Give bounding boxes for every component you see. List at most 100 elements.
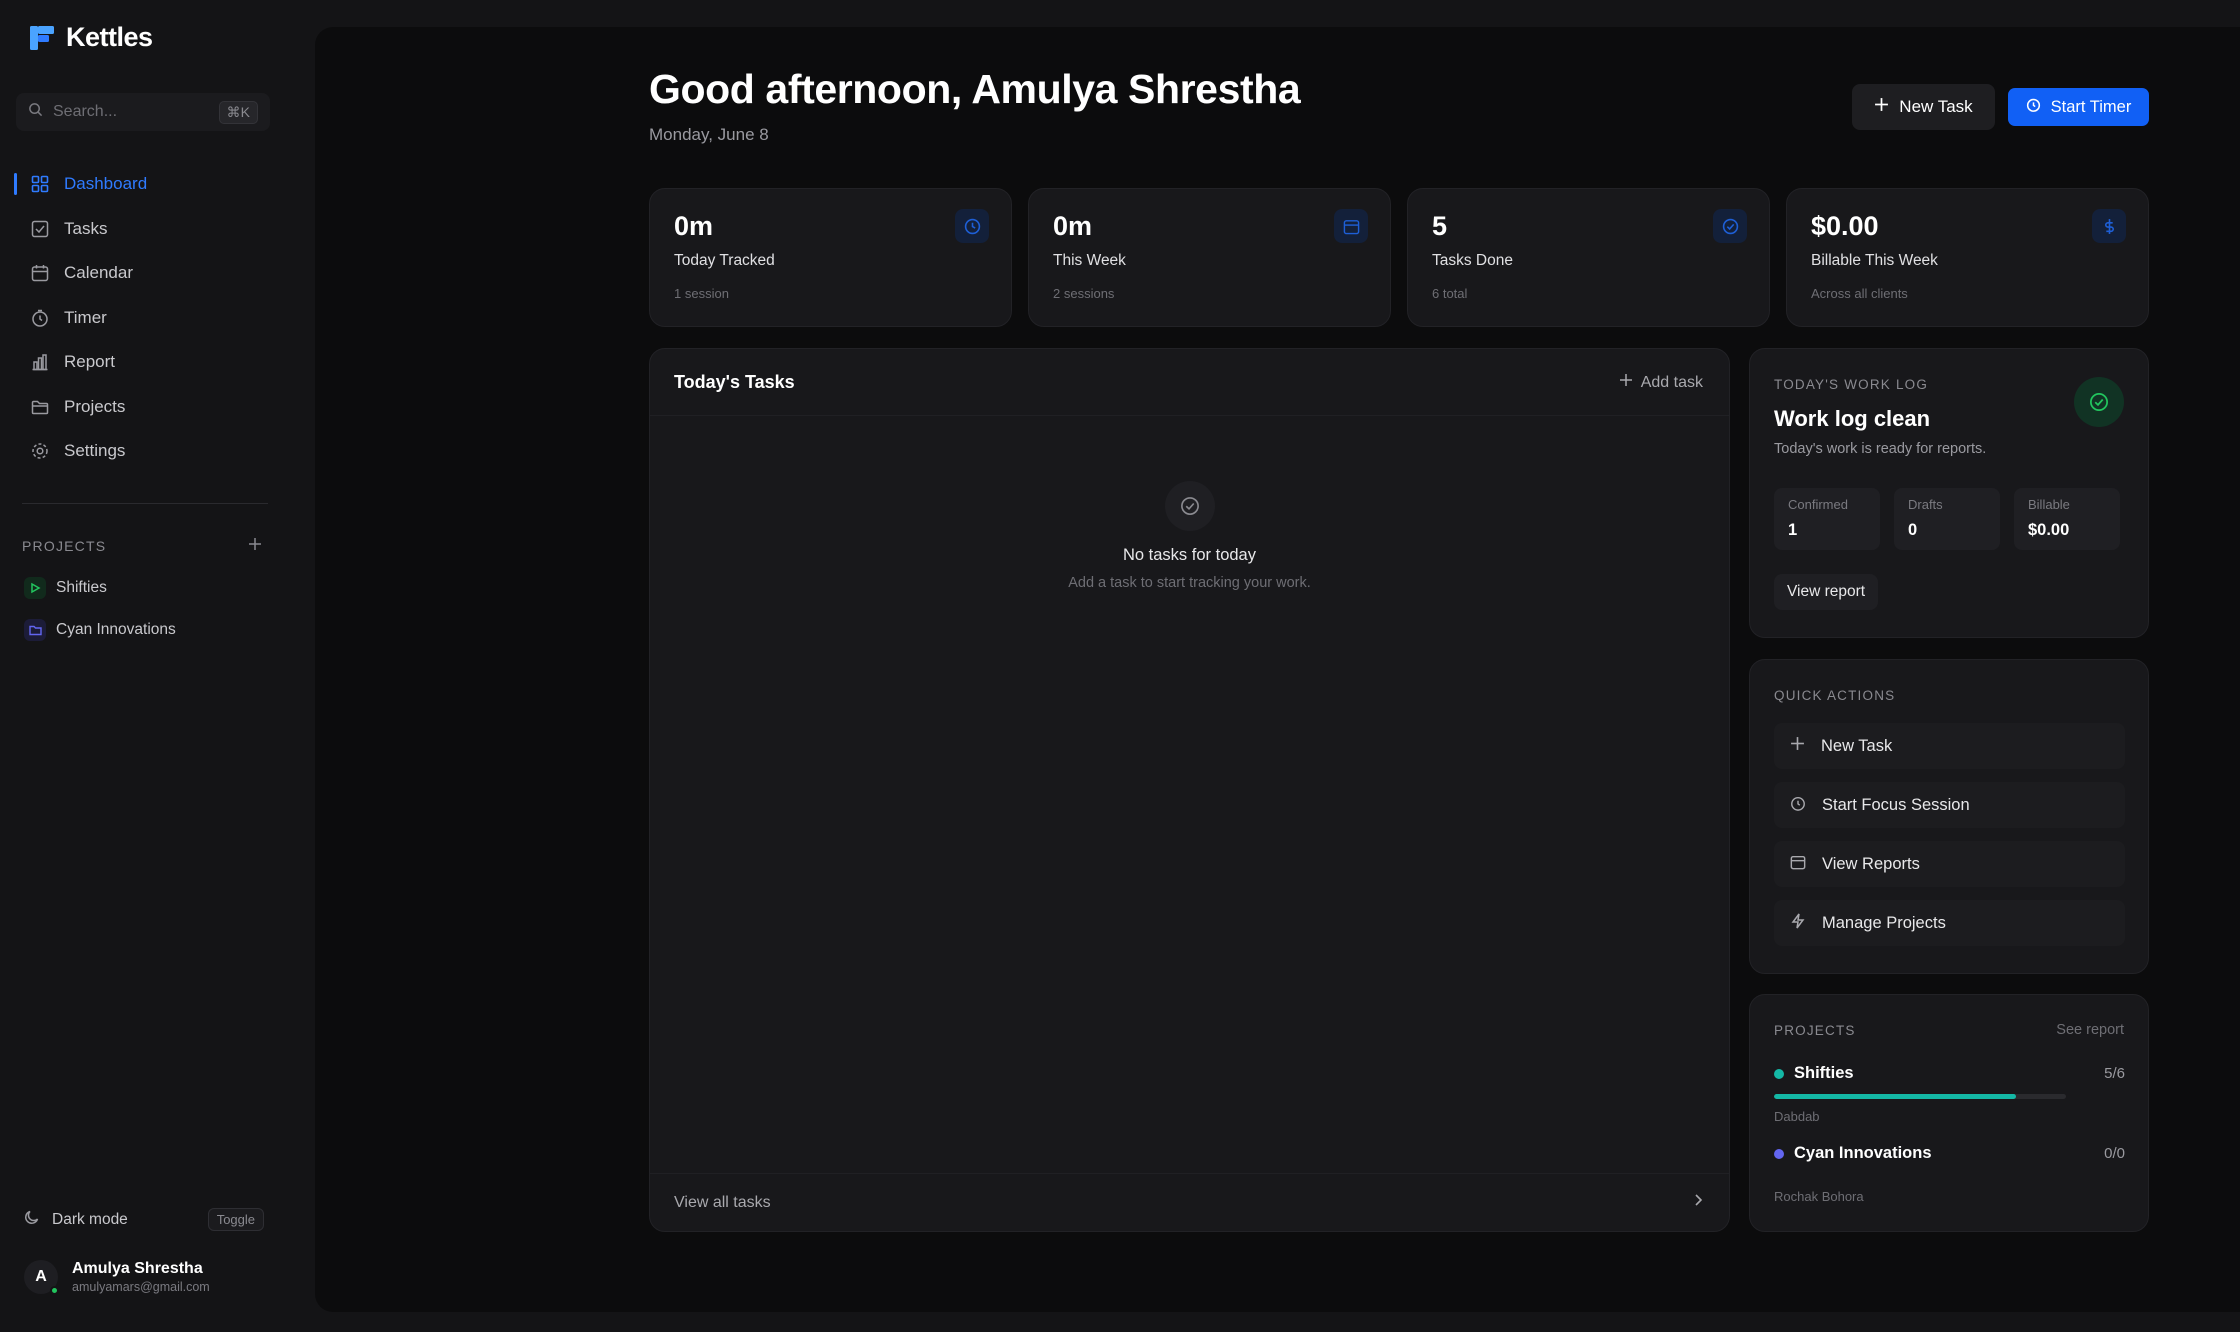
quick-action-manage-projects[interactable]: Manage Projects [1774,900,2125,946]
sidebar-divider [22,503,268,504]
nav-label: Dashboard [64,174,148,194]
stat-value: 0m [1053,211,1093,241]
calendar-icon [30,263,50,283]
dark-mode-label: Dark mode [52,1210,128,1228]
new-task-button[interactable]: New Task [1852,84,1995,130]
stat-value: $0.00 [1811,211,1879,241]
nav-label: Calendar [64,263,133,283]
search-shortcut: ⌘K [218,100,258,124]
quick-action-start-focus-session[interactable]: Start Focus Session [1774,782,2125,828]
start-timer-button[interactable]: Start Timer [2008,88,2149,126]
check-circle-icon [1713,209,1747,243]
sidebar-project-shifties[interactable]: Shifties [24,577,107,599]
nav-item-projects[interactable]: Projects [0,385,280,430]
quick-action-label: View Reports [1822,854,1920,873]
new-task-label: New Task [1899,97,1973,116]
projects-panel: PROJECTS See report Shifties 5/6 Dabdab … [1749,994,2149,1232]
stat-label: Confirmed [1788,497,1848,512]
project-color-dot [1774,1068,1784,1079]
project-row-cyan-innovations[interactable]: Cyan Innovations 0/0 [1774,1144,2125,1163]
nav-label: Settings [64,441,126,461]
nav-item-dashboard[interactable]: Dashboard [0,162,280,207]
calendar-icon [1334,209,1368,243]
stat-card-today-tracked: 0m Today Tracked 1 session [649,188,1012,327]
app-logo[interactable]: Kettles [28,22,153,53]
work-log-eyebrow: TODAY'S WORK LOG [1774,377,1929,392]
nav-item-calendar[interactable]: Calendar [0,251,280,296]
stat-value: 5 [1432,211,1448,241]
tasks-title: Today's Tasks [674,372,795,392]
stat-sub: 1 session [674,286,729,301]
quick-action-label: New Task [1821,736,1893,755]
nav-item-settings[interactable]: Settings [0,429,280,474]
dark-mode-toggle[interactable]: Toggle [207,1208,264,1231]
plus-icon [1619,373,1633,392]
stat-card-billable: $0.00 Billable This Week Across all clie… [1786,188,2149,327]
search-input[interactable]: Search... ⌘K [16,93,270,131]
stat-sub: 6 total [1432,286,1468,301]
stat-label: Billable [2028,497,2070,512]
avatar-initial: A [35,1268,47,1285]
nav-item-timer[interactable]: Timer [0,296,280,341]
quick-action-view-reports[interactable]: View Reports [1774,841,2125,887]
stat-label: This Week [1053,252,1126,269]
stat-value: $0.00 [2028,521,2070,539]
projects-eyebrow: PROJECTS [1774,1023,1856,1038]
grid-icon [30,174,50,194]
todays-tasks-panel: Today's Tasks Add task No tasks for toda… [649,348,1730,1232]
sidebar-project-label: Cyan Innovations [56,621,176,638]
user-profile[interactable]: A Amulya Shrestha amulyamars@gmail.com [24,1260,210,1295]
calendar-icon [1790,854,1806,875]
add-task-button[interactable]: Add task [1619,373,1703,392]
stat-value: 1 [1788,521,1798,539]
gear-icon [30,441,50,461]
check-circle-icon [2074,377,2124,427]
view-report-button[interactable]: View report [1774,574,1879,610]
folder-icon [24,619,46,641]
project-client: Dabdab [1774,1109,1820,1124]
quick-actions-panel: QUICK ACTIONS New Task Start Focus Sessi… [1749,659,2149,974]
see-report-link[interactable]: See report [2056,1022,2124,1038]
stat-sub: 2 sessions [1053,286,1115,301]
stat-label: Tasks Done [1432,252,1513,269]
sidebar-project-cyan-innovations[interactable]: Cyan Innovations [24,619,176,641]
project-progress-bar [1774,1094,2066,1099]
app-name: Kettles [66,22,153,52]
search-icon [28,102,43,122]
add-task-label: Add task [1640,373,1703,391]
stat-label: Today Tracked [674,252,775,269]
check-square-icon [30,219,50,239]
play-icon [24,577,46,599]
project-color-dot [1774,1148,1784,1159]
avatar: A [24,1260,59,1295]
quick-action-new-task[interactable]: New Task [1774,723,2125,769]
nav-item-report[interactable]: Report [0,340,280,385]
stat-label: Drafts [1908,497,1943,512]
view-all-label: View all tasks [674,1193,771,1211]
stat-label: Billable This Week [1811,252,1938,269]
view-all-tasks-link[interactable]: View all tasks [650,1173,1729,1231]
timer-icon [2026,97,2041,117]
moon-icon [24,1209,40,1230]
start-timer-label: Start Timer [2050,97,2132,116]
empty-state-title: No tasks for today [1123,546,1256,564]
project-count: 5/6 [2104,1065,2125,1082]
quick-actions-eyebrow: QUICK ACTIONS [1774,688,1896,703]
nav-label: Report [64,352,116,372]
nav-label: Projects [64,396,126,416]
quick-action-label: Start Focus Session [1822,795,1970,814]
tasks-divider [650,415,1729,416]
quick-action-label: Manage Projects [1822,913,1946,932]
project-row-shifties[interactable]: Shifties 5/6 [1774,1064,2125,1083]
search-placeholder: Search... [53,103,118,120]
work-log-title: Work log clean [1774,406,1931,431]
chevron-right-icon [1693,1193,1703,1212]
timer-icon [1790,795,1806,816]
plus-icon [1790,736,1805,756]
nav-item-tasks[interactable]: Tasks [0,207,280,252]
dollar-icon [2092,209,2126,243]
add-project-plus-icon[interactable] [248,537,262,554]
user-email: amulyamars@gmail.com [72,1280,210,1294]
page-title: Good afternoon, Amulya Shrestha [649,66,1301,112]
current-date: Monday, June 8 [649,125,769,144]
